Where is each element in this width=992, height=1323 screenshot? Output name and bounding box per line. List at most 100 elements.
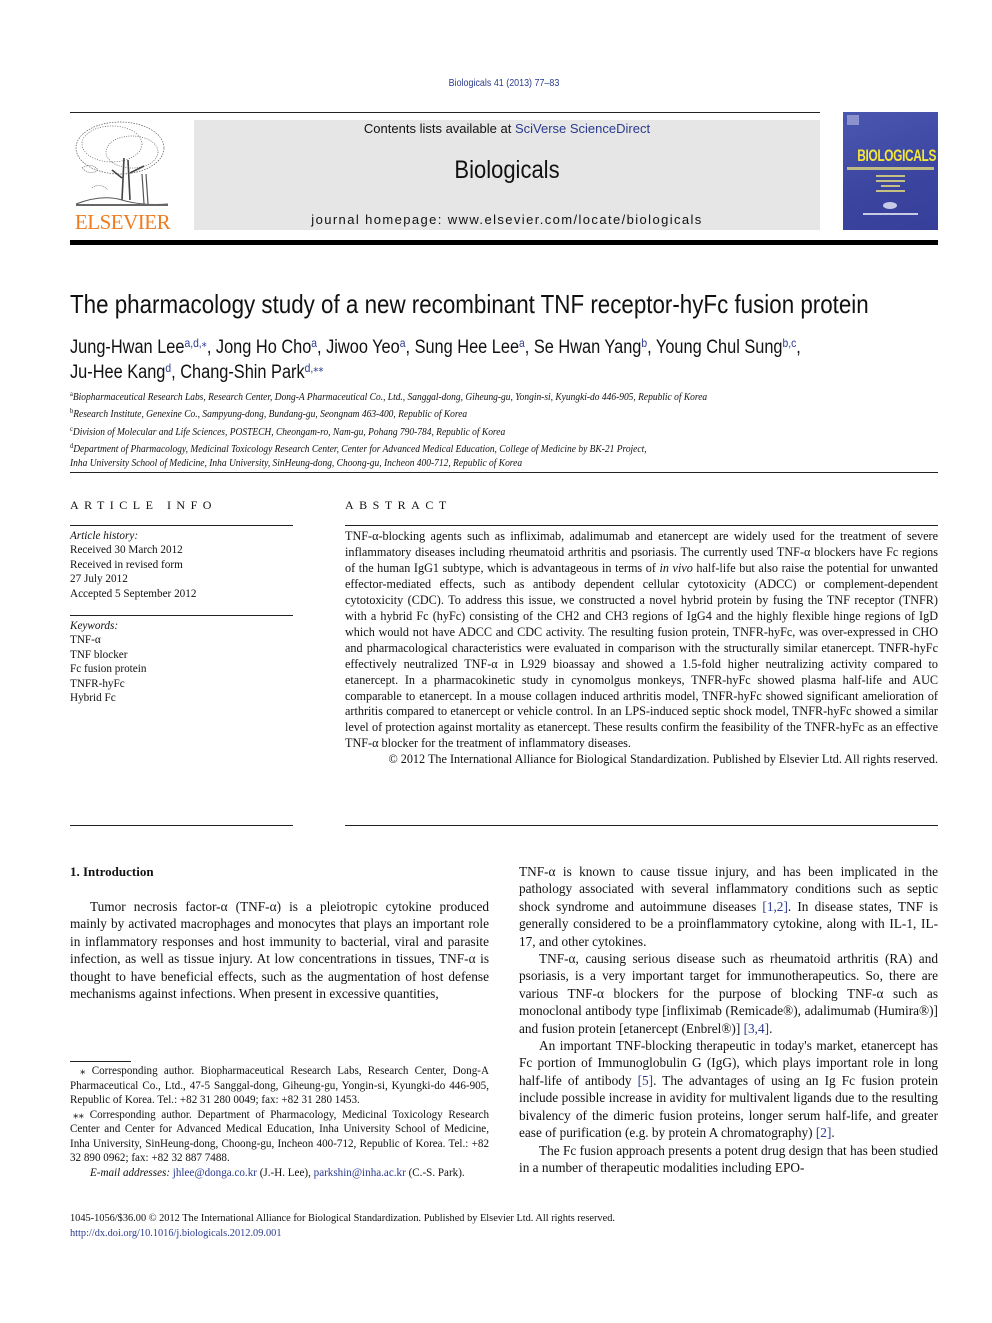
paragraph: TNF-α, causing serious disease such as r… [519, 950, 938, 1037]
author[interactable]: Jong Ho Cho [216, 337, 311, 358]
paragraph: Tumor necrosis factor-α (TNF-α) is a ple… [70, 899, 489, 1002]
citation-link[interactable]: [5] [638, 1073, 654, 1088]
keyword: TNF-α [70, 634, 101, 647]
text: . [769, 1020, 773, 1036]
author[interactable]: Chang-Shin Park [180, 362, 304, 383]
journal-reference-link[interactable]: Biologicals 41 (2013) 77–83 [76, 77, 933, 89]
info-rule [70, 525, 293, 526]
elsevier-wordmark: ELSEVIER [74, 210, 171, 234]
elsevier-logo[interactable]: ELSEVIER [70, 118, 175, 234]
paragraph: The Fc fusion approach presents a potent… [519, 1142, 938, 1175]
footnote-rule [70, 1061, 131, 1062]
footnote-emails: E-mail addresses: jhlee@donga.co.kr (J.-… [70, 1166, 489, 1181]
info-rule [70, 825, 293, 826]
text: TNF-α, causing serious disease such as r… [519, 951, 938, 1036]
footnote-corresponding-author-1: ⁎ Corresponding author. Biopharmaceutica… [70, 1065, 489, 1106]
author-list: Jung-Hwan Leea,d,⁎, Jong Ho Choa, Jiwoo … [70, 333, 939, 383]
header-rule [70, 112, 820, 113]
email-owner: (J.-H. Lee), [256, 1166, 314, 1179]
author-separator: , [171, 362, 181, 383]
journal-name: Biologicals [454, 156, 560, 184]
affiliation: dDepartment of Pharmacology, Medicinal T… [70, 439, 930, 456]
footnotes: ⁎ Corresponding author. Biopharmaceutica… [70, 1064, 489, 1180]
email-link[interactable]: parkshin@inha.ac.kr [314, 1167, 406, 1179]
keyword: Hybrid Fc [70, 692, 116, 705]
history-item: Received in revised form [70, 558, 183, 571]
journal-masthead: Contents lists available at SciVerse Sci… [194, 120, 820, 230]
abstract-body: TNF-α-blocking agents such as infliximab… [345, 529, 938, 768]
affiliation-text: Department of Pharmacology, Medicinal To… [73, 442, 647, 455]
history-item: 27 July 2012 [70, 573, 128, 586]
abstract-heading: ABSTRACT [345, 498, 452, 512]
text: . [831, 1125, 835, 1141]
emails-label: E-mail addresses: [90, 1166, 171, 1179]
citation-link[interactable]: [2] [816, 1125, 832, 1140]
abstract-copyright: © 2012 The International Alliance for Bi… [388, 752, 938, 767]
paragraph: TNF-α is known to cause tissue injury, a… [519, 863, 938, 950]
author-separator: , [796, 337, 801, 358]
affiliation: cDivision of Molecular and Life Sciences… [70, 422, 930, 439]
cover-line [876, 190, 905, 192]
email-link[interactable]: jhlee@donga.co.kr [173, 1167, 257, 1179]
journal-cover-image[interactable]: BIOLOGICALS [843, 112, 938, 230]
author[interactable]: Sung Hee Lee [415, 337, 519, 358]
author-affiliation-ref[interactable]: b,c [783, 336, 797, 350]
paragraph: An important TNF-blocking therapeutic in… [519, 1037, 938, 1141]
author-separator: , [405, 337, 415, 358]
keywords-label: Keywords: [70, 620, 119, 632]
abstract-rule [345, 825, 938, 826]
info-rule [70, 615, 293, 616]
citation-link[interactable]: [1,2] [762, 899, 787, 914]
cover-emblem-icon [883, 202, 897, 209]
author-affiliation-ref[interactable]: d,⁎⁎ [305, 361, 324, 375]
history-label: Article history: [70, 530, 139, 542]
article-history: Article history: Received 30 March 2012 … [70, 529, 293, 601]
journal-homepage[interactable]: journal homepage: www.elsevier.com/locat… [194, 212, 820, 227]
doi-link[interactable]: http://dx.doi.org/10.1016/j.biologicals.… [70, 1226, 886, 1241]
citation-link[interactable]: [3,4] [744, 1021, 769, 1036]
article-title: The pharmacology study of a new recombin… [70, 289, 869, 319]
affiliation-list: aBiopharmaceutical Research Labs, Resear… [70, 387, 930, 470]
author[interactable]: Jiwoo Yeo [326, 337, 400, 358]
affiliation-text: Research Institute, Genexine Co., Sampyu… [73, 408, 468, 421]
author[interactable]: Young Chul Sung [656, 337, 783, 358]
affiliation: aBiopharmaceutical Research Labs, Resear… [70, 387, 930, 404]
issn-copyright-line: 1045-1056/$36.00 © 2012 The Internationa… [70, 1212, 615, 1224]
section-rule [70, 472, 938, 473]
footnote-corresponding-author-2: ⁎⁎ Corresponding author. Department of P… [70, 1108, 489, 1165]
cover-line [876, 180, 905, 182]
keywords: Keywords: TNF-α TNF blocker Fc fusion pr… [70, 619, 293, 705]
affiliation-text: Division of Molecular and Life Sciences,… [72, 425, 506, 438]
cover-footer-bar [863, 213, 918, 215]
section-heading-introduction: 1. Introduction [70, 864, 154, 879]
affiliation: bResearch Institute, Genexine Co., Sampy… [70, 404, 930, 421]
keyword: TNF blocker [70, 648, 128, 661]
author[interactable]: Se Hwan Yang [534, 337, 642, 358]
affiliation-text: Biopharmaceutical Research Labs, Researc… [72, 391, 708, 403]
sciencedirect-link[interactable]: SciVerse ScienceDirect [515, 121, 650, 136]
header-thick-rule [70, 240, 938, 245]
cover-line [881, 185, 900, 187]
publication-meta: 1045-1056/$36.00 © 2012 The Internationa… [70, 1211, 938, 1240]
abstract-text-part: half-life but also raise the potential f… [345, 560, 939, 751]
abstract-paragraph: TNF-α-blocking agents such as infliximab… [345, 529, 938, 752]
author-separator: , [317, 337, 327, 358]
article-info-heading: ARTICLE INFO [70, 498, 217, 512]
abstract-italic-term: in vivo [659, 560, 693, 575]
author[interactable]: Jung-Hwan Lee [70, 337, 184, 358]
abstract-rule [345, 525, 938, 526]
history-item: Received 30 March 2012 [70, 544, 183, 557]
author[interactable]: Ju-Hee Kang [70, 362, 165, 383]
contents-line: Contents lists available at SciVerse Sci… [194, 121, 820, 136]
email-owner: (C.-S. Park). [405, 1166, 465, 1179]
author-separator: , [206, 337, 216, 358]
intro-right-column: TNF-α is known to cause tissue injury, a… [519, 863, 938, 1176]
history-item: Accepted 5 September 2012 [70, 587, 197, 600]
cover-publisher-mark [847, 115, 859, 125]
affiliation-text: Inha University School of Medicine, Inha… [70, 457, 523, 470]
cover-subtitle-bar [847, 167, 934, 170]
cover-title: BIOLOGICALS [857, 146, 937, 165]
author-affiliation-ref[interactable]: a,d,⁎ [184, 336, 206, 350]
keyword: Fc fusion protein [70, 663, 147, 676]
contents-prefix: Contents lists available at [363, 121, 515, 136]
